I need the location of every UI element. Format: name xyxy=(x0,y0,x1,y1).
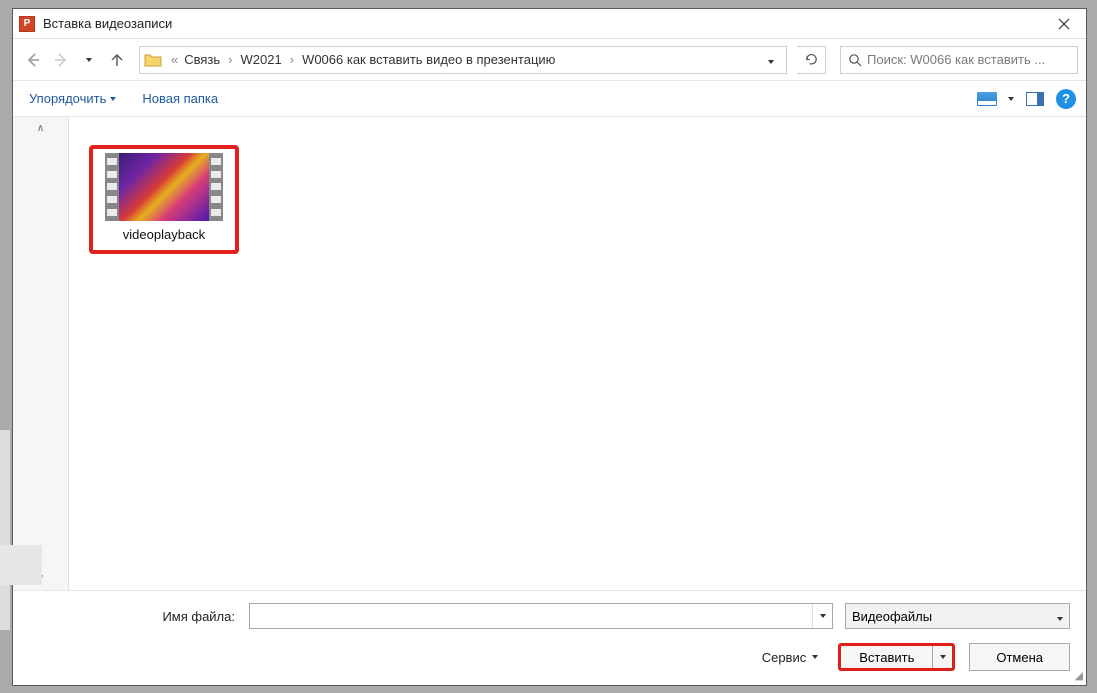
folder-icon xyxy=(144,51,162,69)
file-type-label: Видеофайлы xyxy=(852,609,932,624)
refresh-button[interactable] xyxy=(797,46,825,74)
background-strip xyxy=(0,545,42,585)
folder-tree-pane[interactable]: ∧ ∨ xyxy=(13,117,69,590)
organize-label: Упорядочить xyxy=(29,91,106,106)
breadcrumb-seg-1[interactable]: Связь xyxy=(181,52,223,67)
chevron-down-icon xyxy=(1057,617,1063,621)
filename-label: Имя файла: xyxy=(29,609,249,624)
picture-icon xyxy=(977,92,997,106)
insert-options-dropdown[interactable] xyxy=(932,646,952,668)
file-name-label: videoplayback xyxy=(99,227,229,242)
content-area: ∧ ∨ videoplayback xyxy=(13,117,1086,590)
chevron-down-icon xyxy=(110,97,116,101)
close-icon xyxy=(1058,18,1070,30)
chevron-right-icon: › xyxy=(290,52,294,67)
help-icon: ? xyxy=(1062,91,1070,106)
chevron-down-icon[interactable] xyxy=(1008,97,1014,101)
organize-button[interactable]: Упорядочить xyxy=(23,87,122,110)
preview-pane-icon xyxy=(1026,92,1044,106)
breadcrumb-prefix: « xyxy=(168,52,181,67)
nav-row: « Связь › W2021 › W0066 как вставить вид… xyxy=(13,39,1086,81)
dialog-title: Вставка видеозаписи xyxy=(43,16,172,31)
video-thumbnail xyxy=(105,153,223,221)
cancel-button[interactable]: Отмена xyxy=(969,643,1070,671)
chevron-down-icon xyxy=(820,614,826,618)
filename-combo[interactable] xyxy=(249,603,833,629)
arrow-up-icon xyxy=(108,51,126,69)
file-list[interactable]: videoplayback xyxy=(69,117,1086,590)
footer: Имя файла: Видеофайлы Сервис Вставить xyxy=(13,590,1086,685)
close-button[interactable] xyxy=(1042,9,1086,39)
chevron-down-icon xyxy=(86,58,92,62)
file-type-filter[interactable]: Видеофайлы xyxy=(845,603,1070,629)
insert-video-dialog: P Вставка видеозаписи xyxy=(12,8,1087,686)
toolbar: Упорядочить Новая папка ? xyxy=(13,81,1086,117)
chevron-down-icon xyxy=(812,655,818,659)
refresh-icon xyxy=(804,52,819,67)
view-options-button[interactable] xyxy=(976,90,998,108)
filmstrip-icon xyxy=(105,153,119,221)
search-input[interactable] xyxy=(867,52,1075,67)
arrow-right-icon xyxy=(52,51,70,69)
titlebar: P Вставка видеозаписи xyxy=(13,9,1086,39)
filename-input[interactable] xyxy=(250,604,812,628)
up-button[interactable] xyxy=(105,48,129,72)
powerpoint-icon: P xyxy=(19,16,35,32)
new-folder-button[interactable]: Новая папка xyxy=(136,87,224,110)
filename-history-dropdown[interactable] xyxy=(812,604,832,628)
forward-button[interactable] xyxy=(49,48,73,72)
tree-scroll-up[interactable]: ∧ xyxy=(37,123,44,134)
help-button[interactable]: ? xyxy=(1056,89,1076,109)
chevron-down-icon xyxy=(940,655,946,659)
chevron-right-icon: › xyxy=(228,52,232,67)
resize-grip[interactable]: ◢ xyxy=(1075,669,1083,682)
new-folder-label: Новая папка xyxy=(142,91,218,106)
insert-split-button: Вставить xyxy=(838,643,955,671)
arrow-left-icon xyxy=(24,51,42,69)
search-icon xyxy=(843,53,867,67)
background-strip xyxy=(0,430,10,630)
file-item[interactable]: videoplayback xyxy=(89,145,239,254)
recent-locations[interactable] xyxy=(77,48,101,72)
cancel-label: Отмена xyxy=(996,650,1043,665)
breadcrumb-seg-3[interactable]: W0066 как вставить видео в презентацию xyxy=(299,52,558,67)
address-bar[interactable]: « Связь › W2021 › W0066 как вставить вид… xyxy=(139,46,787,74)
preview-pane-button[interactable] xyxy=(1024,90,1046,108)
breadcrumb-seg-2[interactable]: W2021 xyxy=(238,52,285,67)
address-dropdown[interactable] xyxy=(760,52,782,67)
filter-dropdown-arrow xyxy=(1057,609,1063,624)
tools-button[interactable]: Сервис xyxy=(762,650,819,665)
back-button[interactable] xyxy=(21,48,45,72)
insert-label: Вставить xyxy=(859,650,914,665)
search-box[interactable] xyxy=(840,46,1078,74)
insert-button[interactable]: Вставить xyxy=(841,646,932,668)
filmstrip-icon xyxy=(209,153,223,221)
chevron-down-icon xyxy=(768,60,774,64)
tools-label: Сервис xyxy=(762,650,807,665)
